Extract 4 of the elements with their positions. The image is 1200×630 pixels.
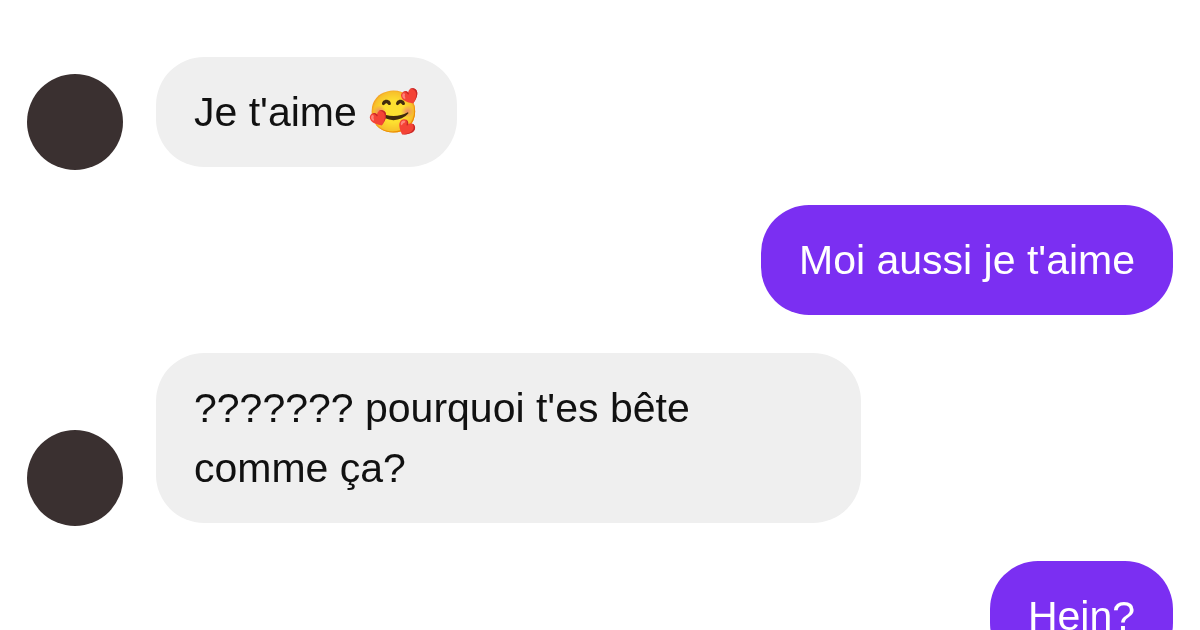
sent-message: Moi aussi je t'aime <box>761 205 1173 315</box>
sent-message: Hein? <box>989 561 1173 630</box>
received-message: Je t'aime 🥰 <box>156 57 458 167</box>
received-message: ??????? pourquoi t'es bête comme ça? <box>156 353 861 523</box>
